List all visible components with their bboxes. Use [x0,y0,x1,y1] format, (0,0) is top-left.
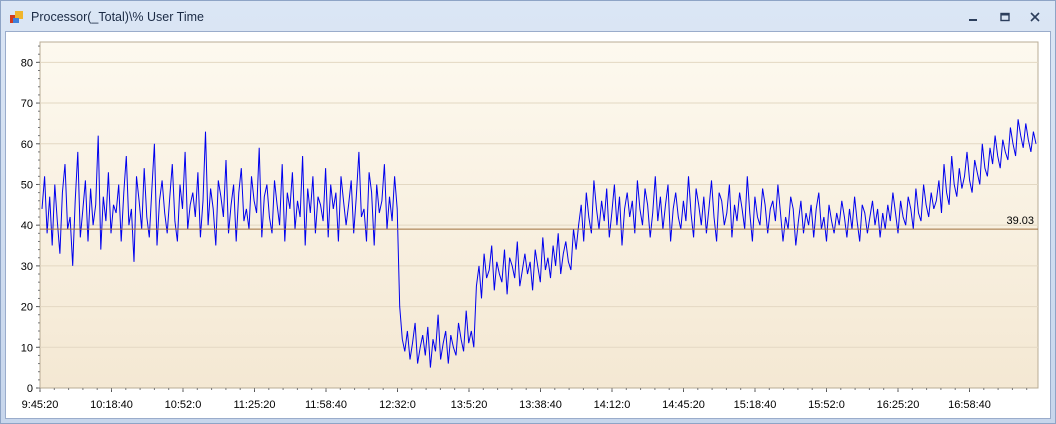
app-icon [10,11,23,23]
close-icon [1030,12,1040,22]
x-tick-label: 16:58:40 [948,399,991,411]
minimize-icon [969,19,977,21]
x-tick-label: 14:45:20 [662,399,705,411]
x-tick-label: 15:52:0 [808,399,845,411]
y-tick-label: 30 [21,261,33,273]
x-tick-label: 9:45:20 [22,399,59,411]
x-tick-label: 13:38:40 [519,399,562,411]
y-tick-label: 80 [21,57,33,69]
restore-icon [1000,12,1010,22]
x-axis: 9:45:20 10:18:40 10:52:0 11:25:20 11:58:40 12… [22,388,1028,411]
minimize-button[interactable] [963,9,983,25]
title-bar[interactable]: Processor(_Total)\% User Time [1,1,1055,31]
y-tick-label: 0 [27,383,33,395]
y-axis: 0 10 20 30 40 50 60 70 80 [21,45,40,395]
x-tick-label: 16:25:20 [877,399,920,411]
plot-area [39,41,1039,389]
y-tick-label: 20 [21,302,33,314]
y-tick-label: 60 [21,139,33,151]
y-tick-label: 70 [21,98,33,110]
x-tick-label: 15:18:40 [734,399,777,411]
x-tick-label: 12:32:0 [379,399,416,411]
line-chart: 0 10 20 30 40 50 60 70 80 9:45:20 10:18:40 10:52:0… [21,41,1039,411]
y-tick-label: 40 [21,220,33,232]
x-tick-label: 13:5:20 [451,399,488,411]
x-tick-label: 14:12:0 [594,399,631,411]
x-tick-label: 11:58:40 [305,399,347,411]
chart-panel: 0 10 20 30 40 50 60 70 80 9:45:20 10:18:40 10:52:0… [5,31,1051,419]
close-button[interactable] [1025,9,1045,25]
x-tick-label: 11:25:20 [233,399,275,411]
chart-window: Processor(_Total)\% User Time 0 10 20 30… [0,0,1056,424]
restore-button[interactable] [995,9,1015,25]
y-tick-label: 10 [21,342,33,354]
y-tick-label: 50 [21,179,33,191]
x-tick-label: 10:52:0 [165,399,202,411]
x-tick-label: 10:18:40 [90,399,133,411]
average-label: 39.03 [1006,215,1034,227]
window-title: Processor(_Total)\% User Time [31,10,204,24]
